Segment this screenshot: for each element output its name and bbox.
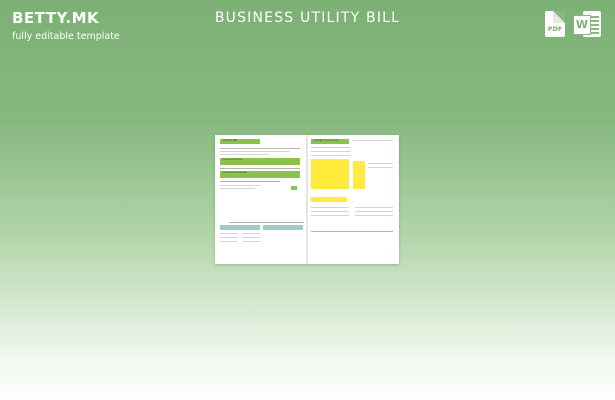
preview-yellow-block [311, 197, 347, 202]
preview-line [220, 188, 255, 189]
preview-line [355, 211, 393, 212]
preview-line [242, 233, 260, 234]
pdf-icon[interactable]: PDF [545, 11, 565, 37]
preview-header-bar: Usage Summary [311, 138, 349, 144]
word-icon[interactable]: W [573, 11, 601, 37]
preview-page-left: Utility Bill Amount Due Service Address [215, 135, 306, 264]
page-title: BUSINESS UTILITY BILL [214, 10, 401, 26]
preview-line [311, 231, 393, 232]
preview-line [353, 140, 393, 141]
preview-line [242, 237, 260, 238]
preview-section-bar: Service Address [220, 170, 300, 178]
brand-tagline: fully editable template [12, 31, 120, 42]
preview-line [220, 185, 260, 186]
preview-section-bar: Amount Due [220, 157, 300, 165]
preview-line [220, 237, 238, 238]
preview-line [220, 168, 300, 169]
preview-teal-bar [263, 225, 303, 230]
template-preview[interactable]: Utility Bill Amount Due Service Address … [215, 135, 399, 264]
preview-line [220, 151, 290, 152]
preview-line [355, 215, 393, 216]
preview-line [220, 154, 270, 155]
preview-line [220, 181, 280, 182]
pdf-label: PDF [547, 25, 563, 33]
preview-page-right: Usage Summary [308, 135, 399, 264]
preview-yellow-block [311, 159, 349, 189]
preview-line [311, 211, 349, 212]
preview-check-box [291, 186, 297, 190]
preview-line [311, 215, 349, 216]
preview-teal-bar [220, 225, 260, 230]
preview-line [311, 151, 351, 152]
preview-header-bar: Utility Bill [220, 138, 260, 144]
preview-line [242, 241, 260, 242]
preview-line [220, 241, 238, 242]
preview-line [311, 147, 351, 148]
preview-line [355, 207, 393, 208]
word-label: W [573, 15, 591, 35]
preview-line [311, 155, 351, 156]
preview-yellow-block [353, 161, 365, 189]
preview-line [311, 207, 349, 208]
preview-line [220, 148, 300, 149]
preview-line [368, 163, 393, 164]
format-icons: PDF W [545, 11, 601, 37]
preview-line [368, 167, 393, 168]
preview-line [220, 233, 238, 234]
preview-line [229, 222, 304, 223]
